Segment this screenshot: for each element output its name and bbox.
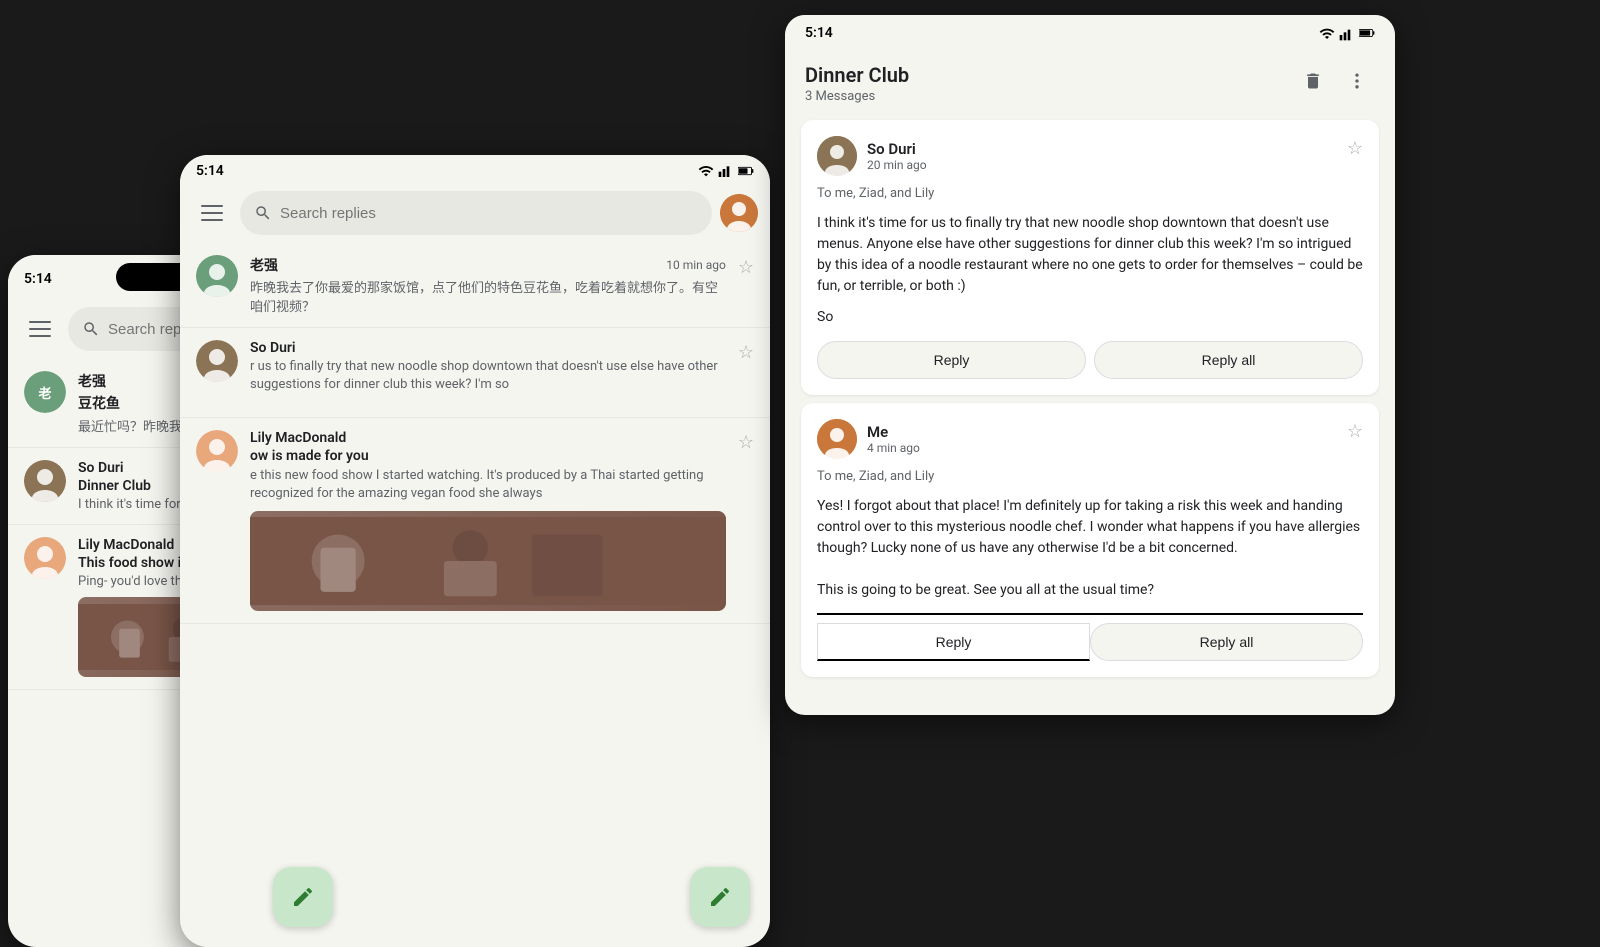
phone2-email-preview-3: e this new food show I started watching.… <box>250 467 726 503</box>
phone2-search-icon <box>254 204 272 222</box>
phone2-email-preview-2: r us to finally try that new noodle shop… <box>250 358 726 394</box>
phone2-hamburger-button[interactable] <box>192 193 232 233</box>
thread-count: 3 Messages <box>805 89 909 104</box>
tablet: 5:14 Dinner Club 3 Messages <box>785 15 1395 715</box>
message-card-soduri: So Duri 20 min ago ☆ To me, Ziad, and Li… <box>801 120 1379 395</box>
message-header-me: Me 4 min ago ☆ <box>817 419 1363 459</box>
phone2-status-bar: 5:14 <box>180 155 770 183</box>
thread-messages: So Duri 20 min ago ☆ To me, Ziad, and Li… <box>785 112 1395 702</box>
thread-actions <box>1295 63 1375 99</box>
thread-header: Dinner Club 3 Messages <box>785 47 1395 112</box>
phone2-email-sender-1: 老强 <box>250 255 278 275</box>
email-avatar-lily <box>24 537 66 579</box>
phone2-search-input[interactable] <box>280 205 698 222</box>
message-time-me: 4 min ago <box>867 441 920 455</box>
phone2-search-bar[interactable] <box>240 191 712 235</box>
phone2-email-image-3 <box>250 511 726 611</box>
phone2-battery-icon <box>738 163 754 179</box>
message-to-me: To me, Ziad, and Lily <box>817 469 1363 484</box>
phone-2: 5:14 老强 <box>180 155 770 947</box>
phone2-email-header-2: So Duri <box>250 340 726 356</box>
reply-actions-me: Reply Reply all <box>817 613 1363 661</box>
compose-fab-phone2[interactable] <box>690 867 750 927</box>
tablet-wifi-icon <box>1319 25 1335 41</box>
tablet-status-bar: 5:14 <box>785 15 1395 47</box>
phone1-time: 5:14 <box>24 271 52 287</box>
tablet-time: 5:14 <box>805 25 833 41</box>
reply-actions-soduri: Reply Reply all <box>817 341 1363 379</box>
tablet-battery-icon <box>1359 25 1375 41</box>
message-sender-row-me: Me 4 min ago <box>817 419 920 459</box>
email-avatar-laojian: 老 <box>24 371 66 413</box>
phone2-email-item-2[interactable]: So Duri r us to finally try that new noo… <box>180 328 770 418</box>
phone2-star-2[interactable]: ☆ <box>738 342 754 363</box>
phone2-email-header-3: Lily MacDonald <box>250 430 726 446</box>
email-sender-lily: Lily MacDonald <box>78 537 174 553</box>
reply-all-button-me[interactable]: Reply all <box>1090 623 1363 661</box>
reply-button-soduri[interactable]: Reply <box>817 341 1086 379</box>
message-body-me: Yes! I forgot about that place! I'm defi… <box>817 496 1363 601</box>
phone2-email-item-1[interactable]: 老强 10 min ago 昨晚我去了你最爱的那家饭馆，点了他们的特色豆花鱼，吃… <box>180 243 770 328</box>
delete-icon <box>1303 71 1323 91</box>
phone2-email-content-1: 老强 10 min ago 昨晚我去了你最爱的那家饭馆，点了他们的特色豆花鱼，吃… <box>250 255 726 315</box>
phone2-email-sender-2: So Duri <box>250 340 296 356</box>
message-sender-info-soduri: So Duri 20 min ago <box>867 140 927 172</box>
message-body-soduri: I think it's time for us to finally try … <box>817 213 1363 297</box>
message-sender-name-me: Me <box>867 423 920 441</box>
tablet-status-icons <box>1319 25 1375 41</box>
email-sender-laojian: 老强 <box>78 371 106 391</box>
edit-icon-phone1 <box>291 885 315 909</box>
phone2-email-header-1: 老强 10 min ago <box>250 255 726 275</box>
message-time-soduri: 20 min ago <box>867 158 927 172</box>
phone2-star-3[interactable]: ☆ <box>738 432 754 453</box>
phone2-email-sender-3: Lily MacDonald <box>250 430 346 446</box>
delete-button[interactable] <box>1295 63 1331 99</box>
phone2-email-item-3[interactable]: Lily MacDonald ow is made for you e this… <box>180 418 770 624</box>
phone2-wifi-icon <box>698 163 714 179</box>
phone2-avatar-2 <box>196 340 238 382</box>
message-header-soduri: So Duri 20 min ago ☆ <box>817 136 1363 176</box>
phone2-time: 5:14 <box>196 163 224 179</box>
message-sender-info-me: Me 4 min ago <box>867 423 920 455</box>
message-avatar-me <box>817 419 857 459</box>
phone2-avatar-1 <box>196 255 238 297</box>
compose-fab-phone1[interactable] <box>273 867 333 927</box>
message-sign-soduri: So <box>817 309 1363 325</box>
phone2-avatar-3 <box>196 430 238 472</box>
phone2-email-time-1: 10 min ago <box>666 258 726 272</box>
phone2-email-list: 老强 10 min ago 昨晚我去了你最爱的那家饭馆，点了他们的特色豆花鱼，吃… <box>180 243 770 624</box>
hamburger-button[interactable] <box>20 309 60 349</box>
thread-title: Dinner Club <box>805 63 909 87</box>
phone2-top-bar <box>180 183 770 243</box>
phone2-avatar <box>720 194 758 232</box>
more-options-button[interactable] <box>1339 63 1375 99</box>
thread-title-group: Dinner Club 3 Messages <box>805 63 909 104</box>
reply-all-button-soduri[interactable]: Reply all <box>1094 341 1363 379</box>
message-avatar-soduri <box>817 136 857 176</box>
phone2-email-preview-1: 昨晚我去了你最爱的那家饭馆，点了他们的特色豆花鱼，吃着吃着就想你了。有空咱们视频… <box>250 277 726 315</box>
message-star-me[interactable]: ☆ <box>1347 421 1363 442</box>
search-icon <box>82 320 100 338</box>
phone2-email-content-2: So Duri r us to finally try that new noo… <box>250 340 726 394</box>
phone2-email-subject-3: ow is made for you <box>250 448 726 464</box>
edit-icon-phone2 <box>708 885 732 909</box>
message-sender-name-soduri: So Duri <box>867 140 927 158</box>
phone2-status-icons <box>698 163 754 179</box>
email-avatar-soduri <box>24 460 66 502</box>
message-sender-row-soduri: So Duri 20 min ago <box>817 136 927 176</box>
email-sender-soduri: So Duri <box>78 460 124 476</box>
message-star-soduri[interactable]: ☆ <box>1347 138 1363 159</box>
phone2-star-1[interactable]: ☆ <box>738 257 754 278</box>
message-to-soduri: To me, Ziad, and Lily <box>817 186 1363 201</box>
more-icon <box>1347 71 1367 91</box>
tablet-signal-icon <box>1339 25 1355 41</box>
reply-button-me[interactable]: Reply <box>817 623 1090 661</box>
phone2-signal-icon <box>718 163 734 179</box>
message-card-me: Me 4 min ago ☆ To me, Ziad, and Lily Yes… <box>801 403 1379 677</box>
phone2-email-content-3: Lily MacDonald ow is made for you e this… <box>250 430 726 611</box>
